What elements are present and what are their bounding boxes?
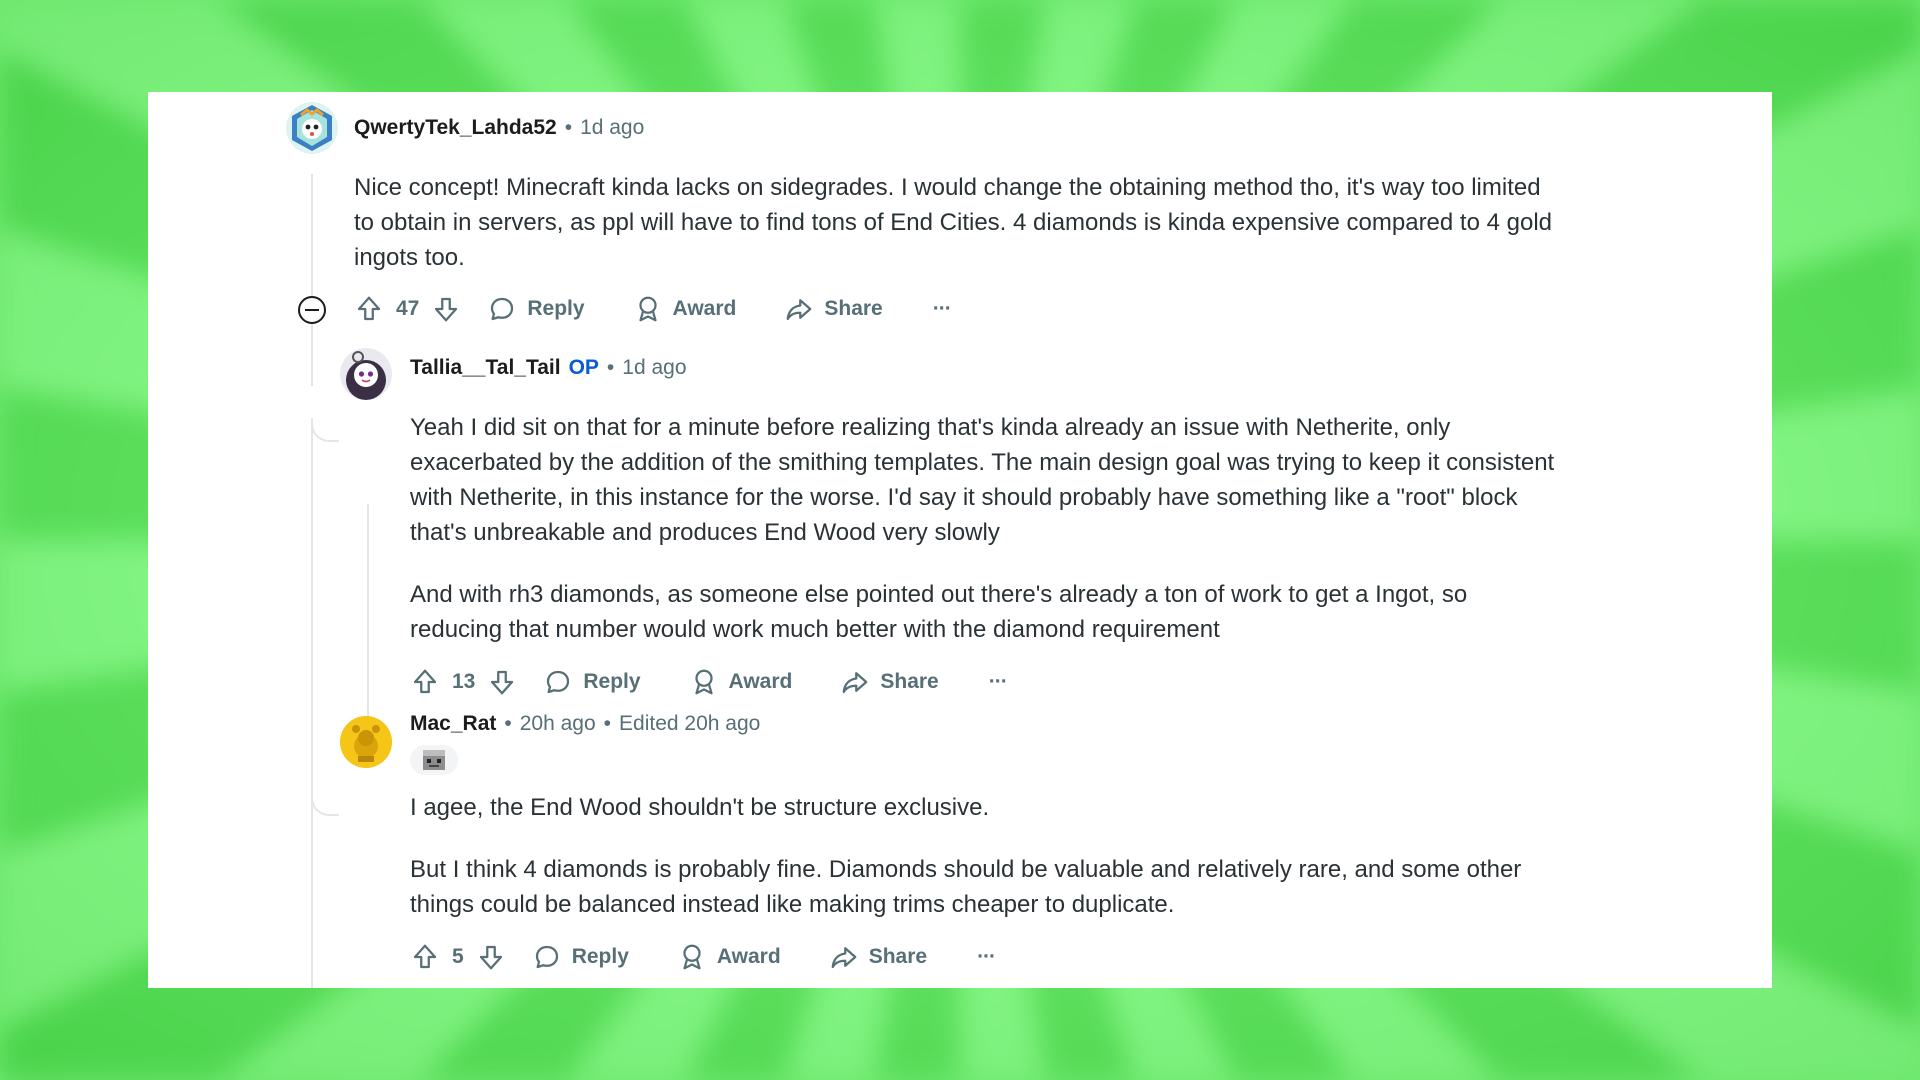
reply-button[interactable]: Reply [487, 294, 585, 324]
username[interactable]: Tallia__Tal_Tail [410, 356, 561, 380]
avatar[interactable] [340, 716, 392, 768]
reply-label: Reply [527, 297, 585, 320]
reply-bubble-icon [543, 667, 573, 697]
vote-count: 13 [452, 670, 476, 693]
username[interactable]: Mac_Rat [410, 712, 496, 736]
thread-line-children [311, 418, 313, 988]
comment-actions: 13 Reply Award Share ··· [410, 662, 1008, 702]
more-options-icon[interactable]: ··· [977, 945, 996, 969]
award-label: Award [716, 945, 781, 968]
reply-label: Reply [583, 670, 641, 693]
thread-line-reply-1 [367, 504, 369, 734]
comment-meta: QwertyTek_Lahda52 • 1d ago [354, 116, 644, 140]
upvote-icon[interactable] [354, 294, 384, 324]
share-label: Share [824, 297, 883, 320]
separator-dot: • [504, 712, 512, 735]
comment-actions: 47 Reply Award Share ··· [354, 289, 952, 329]
thread-branch-1 [311, 418, 339, 442]
comment-thread-card: QwertyTek_Lahda52 • 1d ago Nice concept!… [148, 92, 1772, 988]
comment-paragraph: Yeah I did sit on that for a minute befo… [410, 414, 1555, 546]
separator-dot: • [564, 116, 573, 139]
comment-meta: Tallia__Tal_Tail OP • 1d ago [410, 356, 687, 380]
avatar[interactable] [286, 102, 338, 154]
reply-label: Reply [571, 945, 629, 968]
comment-paragraph: But I think 4 diamonds is probably fine.… [410, 856, 1522, 918]
share-button[interactable]: Share [784, 294, 883, 324]
more-options-icon[interactable]: ··· [989, 670, 1008, 694]
share-button[interactable]: Share [840, 667, 939, 697]
thread-line-main [311, 174, 313, 386]
share-icon [784, 294, 814, 324]
vote-count: 5 [452, 945, 464, 968]
thread-branch-2 [311, 792, 339, 816]
share-label: Share [868, 945, 928, 968]
downvote-icon[interactable] [431, 294, 461, 324]
comment-body: Nice concept! Minecraft kinda lacks on s… [354, 170, 1554, 275]
award-button[interactable]: Award [689, 667, 793, 697]
comment-paragraph: Nice concept! Minecraft kinda lacks on s… [354, 174, 1552, 271]
reply-button[interactable]: Reply [543, 667, 641, 697]
reply-button[interactable]: Reply [532, 942, 629, 972]
reply-bubble-icon [532, 942, 562, 972]
timestamp[interactable]: 1d ago [622, 356, 686, 380]
separator-dot: • [603, 712, 612, 735]
user-flair-badge [410, 745, 458, 775]
separator-dot: • [606, 356, 615, 379]
comment-paragraph: I agee, the End Wood shouldn't be struct… [410, 794, 990, 821]
more-options-icon[interactable]: ··· [933, 297, 952, 321]
downvote-icon[interactable] [476, 942, 506, 972]
award-icon [633, 294, 663, 324]
comment-body: Yeah I did sit on that for a minute befo… [410, 410, 1560, 647]
timestamp[interactable]: 20h ago [520, 712, 596, 736]
comment-body: I agee, the End Wood shouldn't be struct… [410, 790, 1560, 922]
username[interactable]: QwertyTek_Lahda52 [354, 116, 557, 140]
award-button[interactable]: Award [633, 294, 737, 324]
op-badge: OP [568, 356, 599, 379]
award-button[interactable]: Award [677, 942, 781, 972]
edited-label: Edited 20h ago [619, 712, 761, 735]
vote-count: 47 [396, 297, 420, 320]
award-icon [689, 667, 719, 697]
share-icon [840, 667, 870, 697]
award-icon [677, 942, 707, 972]
award-label: Award [728, 670, 793, 693]
share-button[interactable]: Share [829, 942, 927, 972]
share-label: Share [880, 670, 939, 693]
upvote-icon[interactable] [410, 667, 440, 697]
collapse-icon[interactable] [298, 296, 326, 324]
downvote-icon[interactable] [487, 667, 517, 697]
avatar[interactable] [340, 348, 392, 400]
comment-meta: Mac_Rat • 20h ago • Edited 20h ago [410, 712, 760, 736]
award-label: Award [672, 297, 737, 320]
share-icon [829, 942, 859, 972]
upvote-icon[interactable] [410, 942, 440, 972]
timestamp[interactable]: 1d ago [580, 116, 644, 140]
reply-bubble-icon [487, 294, 517, 324]
comment-actions: 5 Reply Award Share ··· [410, 937, 996, 977]
comment-paragraph: And with rh3 diamonds, as someone else p… [410, 581, 1468, 643]
